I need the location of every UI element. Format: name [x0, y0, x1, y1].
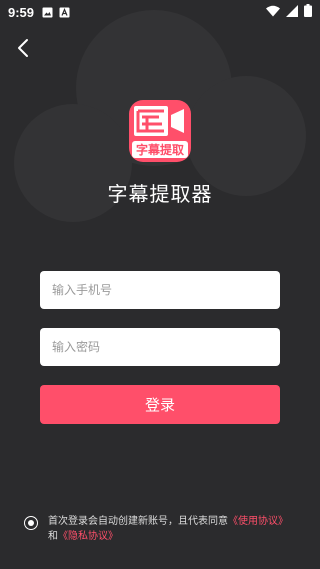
agreement-prefix: 首次登录会自动创建新账号，且代表同意: [48, 516, 228, 527]
app-logo-text: 字幕提取: [136, 142, 184, 157]
font-icon: [59, 7, 70, 18]
status-time: 9:59: [8, 4, 35, 20]
chevron-left-icon: [18, 39, 28, 57]
agreement: 首次登录会自动创建新账号，且代表同意《使用协议》 和《隐私协议》: [24, 514, 314, 544]
back-button[interactable]: [12, 36, 36, 60]
agree-radio[interactable]: [24, 516, 38, 530]
wifi-icon: [266, 5, 280, 20]
image-icon: [42, 7, 53, 18]
agreement-text: 首次登录会自动创建新账号，且代表同意《使用协议》 和《隐私协议》: [48, 514, 288, 544]
app-title: 字幕提取器: [107, 182, 213, 206]
agreement-and: 和: [48, 531, 58, 542]
privacy-policy-link[interactable]: 《隐私协议》: [58, 531, 118, 542]
login-button[interactable]: 登录: [40, 385, 280, 424]
signal-icon: [286, 4, 298, 20]
status-bar: 9:59: [0, 0, 320, 24]
user-agreement-link[interactable]: 《使用协议》: [228, 516, 288, 527]
battery-icon: [304, 4, 312, 20]
app-logo: 字幕提取: [129, 100, 191, 162]
password-input[interactable]: [40, 328, 280, 366]
phone-input[interactable]: [40, 271, 280, 309]
